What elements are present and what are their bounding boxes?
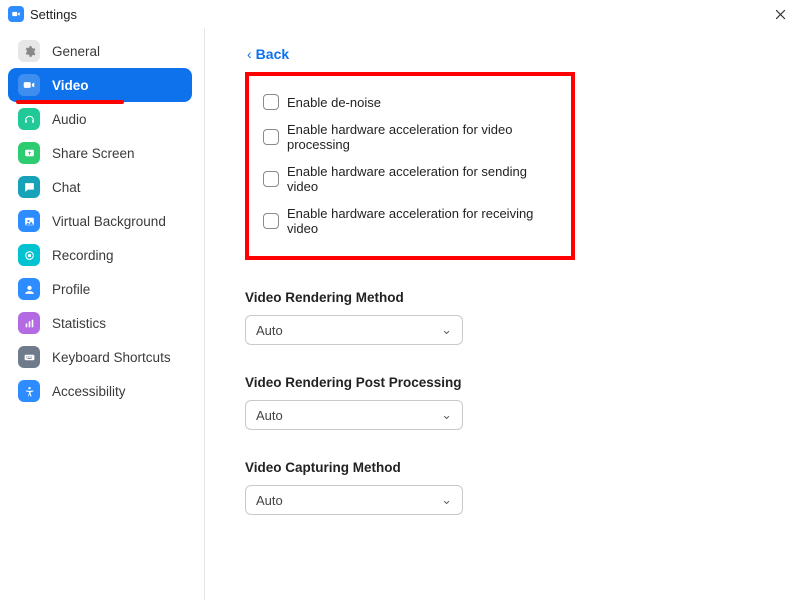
recording-icon — [18, 244, 40, 266]
settings-sidebar: General Video Audio Share Screen — [0, 28, 200, 600]
checkbox-label: Enable de-noise — [287, 95, 381, 110]
checkbox-icon — [263, 171, 279, 187]
sidebar-item-label: Share Screen — [52, 146, 135, 161]
sidebar-item-label: Audio — [52, 112, 87, 127]
annotation-highlight-box: Enable de-noise Enable hardware accelera… — [245, 72, 575, 260]
statistics-icon — [18, 312, 40, 334]
sidebar-item-chat[interactable]: Chat — [8, 170, 192, 204]
sidebar-item-label: General — [52, 44, 100, 59]
sidebar-item-virtual-background[interactable]: Virtual Background — [8, 204, 192, 238]
sidebar-item-label: Video — [52, 78, 89, 93]
sidebar-item-label: Chat — [52, 180, 81, 195]
section-title: Video Rendering Post Processing — [245, 375, 800, 390]
select-video-rendering-method[interactable]: Auto ⌄ — [245, 315, 463, 345]
gear-icon — [18, 40, 40, 62]
sidebar-item-label: Statistics — [52, 316, 106, 331]
sidebar-item-label: Virtual Background — [52, 214, 166, 229]
chevron-down-icon: ⌄ — [441, 492, 452, 508]
checkbox-hw-accel-receiving[interactable]: Enable hardware acceleration for receivi… — [263, 200, 557, 242]
headphones-icon — [18, 108, 40, 130]
window-close-button[interactable] — [768, 2, 792, 26]
select-video-capturing-method[interactable]: Auto ⌄ — [245, 485, 463, 515]
select-value: Auto — [256, 493, 283, 508]
checkbox-hw-accel-processing[interactable]: Enable hardware acceleration for video p… — [263, 116, 557, 158]
checkbox-hw-accel-sending[interactable]: Enable hardware acceleration for sending… — [263, 158, 557, 200]
sidebar-item-label: Recording — [52, 248, 114, 263]
chevron-down-icon: ⌄ — [441, 407, 452, 423]
checkbox-label: Enable hardware acceleration for receivi… — [287, 206, 557, 236]
video-icon — [18, 74, 40, 96]
sidebar-item-audio[interactable]: Audio — [8, 102, 192, 136]
sidebar-item-profile[interactable]: Profile — [8, 272, 192, 306]
checkbox-icon — [263, 213, 279, 229]
checkbox-icon — [263, 94, 279, 110]
back-link[interactable]: ‹ Back — [247, 46, 800, 62]
back-link-label: Back — [256, 46, 289, 62]
sidebar-item-video[interactable]: Video — [8, 68, 192, 102]
window-title: Settings — [30, 7, 77, 22]
accessibility-icon — [18, 380, 40, 402]
section-title: Video Capturing Method — [245, 460, 800, 475]
profile-icon — [18, 278, 40, 300]
select-value: Auto — [256, 323, 283, 338]
chat-icon — [18, 176, 40, 198]
sidebar-item-general[interactable]: General — [8, 34, 192, 68]
app-icon — [8, 6, 24, 22]
checkbox-label: Enable hardware acceleration for sending… — [287, 164, 557, 194]
checkbox-label: Enable hardware acceleration for video p… — [287, 122, 557, 152]
settings-main-panel: ‹ Back Enable de-noise Enable hardware a… — [205, 28, 800, 600]
virtual-background-icon — [18, 210, 40, 232]
section-video-capturing-method: Video Capturing Method Auto ⌄ — [245, 460, 800, 515]
chevron-down-icon: ⌄ — [441, 322, 452, 338]
select-video-rendering-post-processing[interactable]: Auto ⌄ — [245, 400, 463, 430]
sidebar-item-label: Profile — [52, 282, 90, 297]
checkbox-enable-denoise[interactable]: Enable de-noise — [263, 88, 557, 116]
sidebar-item-share-screen[interactable]: Share Screen — [8, 136, 192, 170]
share-screen-icon — [18, 142, 40, 164]
sidebar-item-label: Keyboard Shortcuts — [52, 350, 171, 365]
keyboard-icon — [18, 346, 40, 368]
titlebar: Settings — [0, 0, 800, 28]
section-video-rendering-method: Video Rendering Method Auto ⌄ — [245, 290, 800, 345]
select-value: Auto — [256, 408, 283, 423]
sidebar-item-keyboard-shortcuts[interactable]: Keyboard Shortcuts — [8, 340, 192, 374]
section-title: Video Rendering Method — [245, 290, 800, 305]
chevron-left-icon: ‹ — [247, 46, 252, 62]
sidebar-item-recording[interactable]: Recording — [8, 238, 192, 272]
sidebar-item-statistics[interactable]: Statistics — [8, 306, 192, 340]
sidebar-item-accessibility[interactable]: Accessibility — [8, 374, 192, 408]
sidebar-item-label: Accessibility — [52, 384, 126, 399]
checkbox-icon — [263, 129, 279, 145]
section-video-rendering-post-processing: Video Rendering Post Processing Auto ⌄ — [245, 375, 800, 430]
